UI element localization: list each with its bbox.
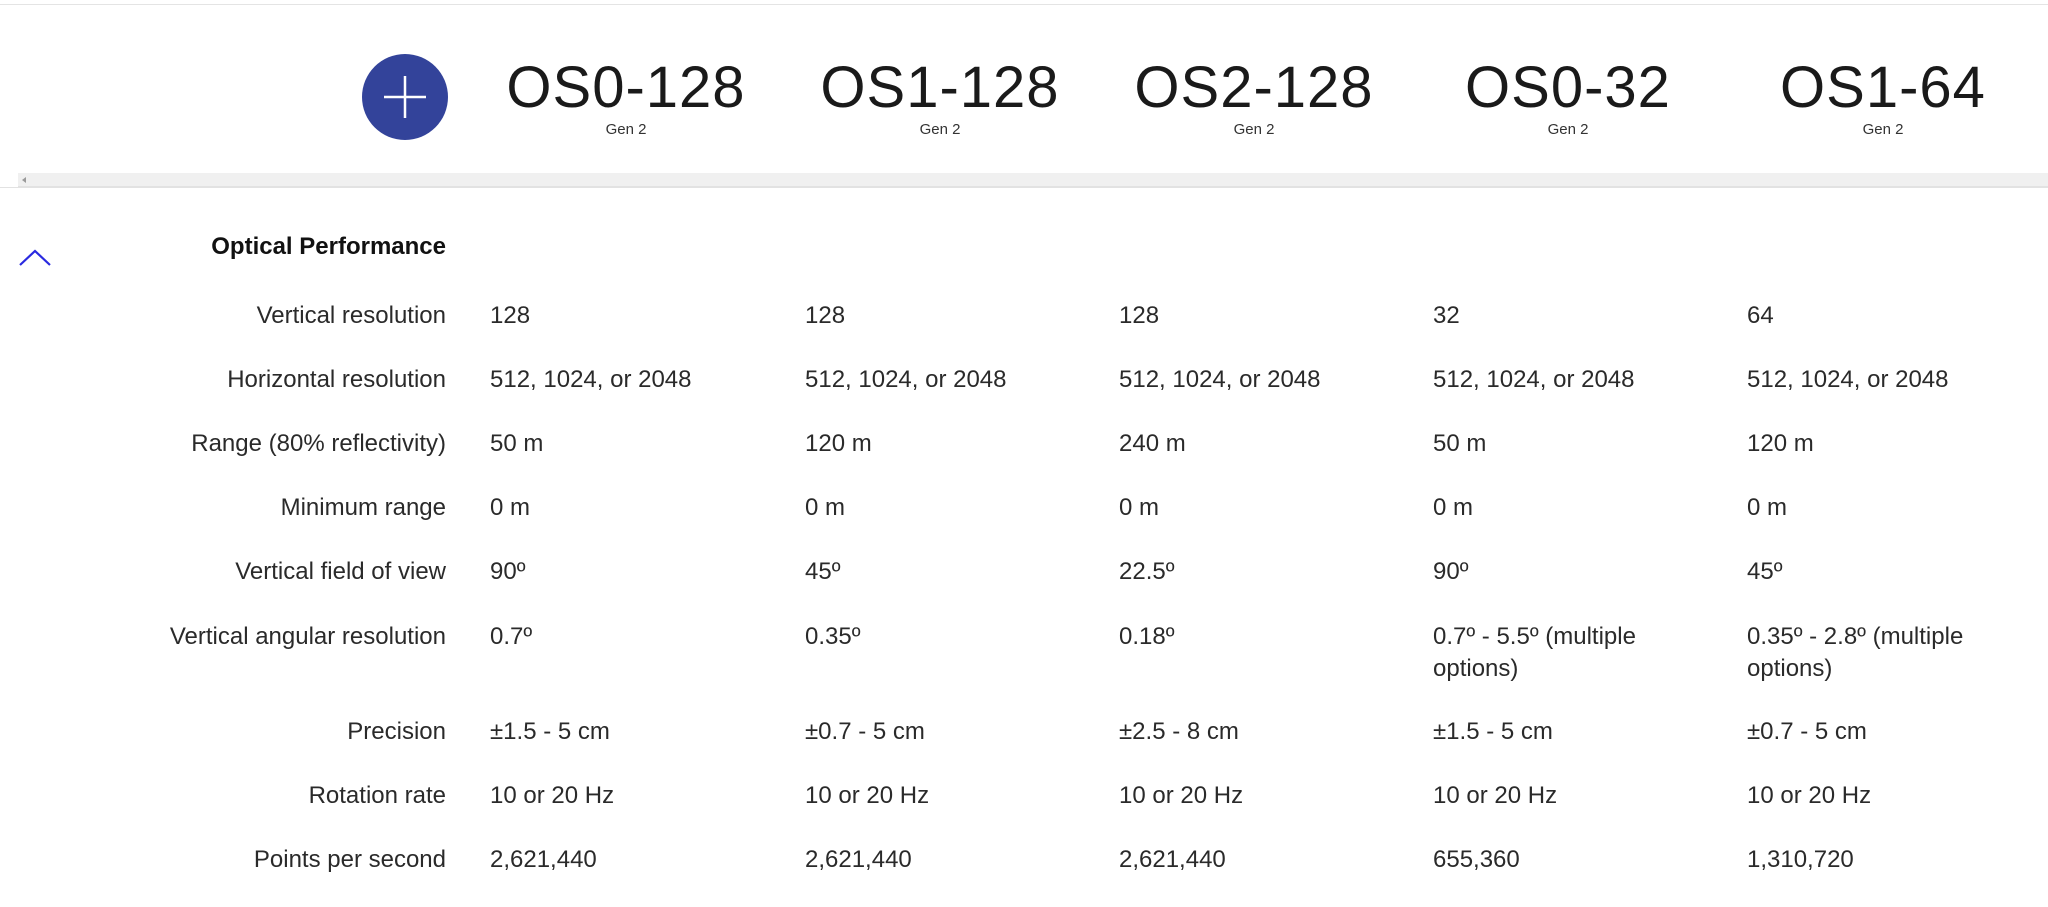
spec-value: 10 or 20 Hz (805, 782, 930, 809)
model-generation: Gen 2 (605, 121, 647, 138)
spec-value: 2,621,440 (805, 846, 912, 873)
spec-value: ±1.5 - 5 cm (1433, 718, 1553, 745)
collapse-section-toggle[interactable] (14, 241, 56, 271)
spec-row-label: Vertical resolution (256, 302, 446, 329)
spec-value: 128 (1119, 302, 1160, 329)
model-column-header: OS1-64 Gen 2 (1726, 55, 2040, 139)
spec-value: ±2.5 - 8 cm (1119, 718, 1239, 745)
section-title: Optical Performance (211, 233, 446, 260)
model-name: OS1-128 (820, 55, 1060, 120)
spec-value: 1,310,720 (1747, 846, 1854, 873)
model-name: OS0-128 (506, 55, 746, 120)
spec-value: ±0.7 - 5 cm (805, 718, 925, 745)
spec-value: 22.5º (1119, 558, 1175, 585)
model-header: OS0-128 Gen 2 OS1-128 Gen 2 OS2-128 Gen … (0, 5, 2048, 175)
spec-value: 0.7º - 5.5º (multiple options) (1433, 623, 1636, 682)
spec-value: 90º (1433, 558, 1469, 585)
spec-value: 655,360 (1433, 846, 1520, 873)
spec-value: 512, 1024, or 2048 (1119, 366, 1321, 393)
spec-value: 0 m (805, 494, 846, 521)
spec-value: ±0.7 - 5 cm (1747, 718, 1867, 745)
spec-value: 0 m (1747, 494, 1788, 521)
spec-row-label: Minimum range (280, 494, 446, 521)
spec-row-label: Points per second (253, 846, 446, 873)
spec-row-label: Horizontal resolution (227, 366, 446, 393)
model-name: OS2-128 (1134, 55, 1374, 120)
spec-value: 10 or 20 Hz (1433, 782, 1558, 809)
model-column-header: OS2-128 Gen 2 (1097, 55, 1411, 139)
spec-row-label: Range (80% reflectivity) (191, 430, 446, 457)
add-model-button[interactable] (362, 54, 448, 140)
spec-value: 50 m (1433, 430, 1487, 457)
model-generation: Gen 2 (1862, 121, 1904, 138)
model-generation: Gen 2 (919, 121, 961, 138)
spec-value: 45º (1747, 558, 1783, 585)
model-column-header: OS0-128 Gen 2 (469, 55, 783, 139)
spec-value: 512, 1024, or 2048 (490, 366, 692, 393)
spec-value: 10 or 20 Hz (1747, 782, 1872, 809)
spec-value: 10 or 20 Hz (490, 782, 615, 809)
spec-value: 2,621,440 (1119, 846, 1226, 873)
scroll-left-arrow-icon[interactable] (22, 177, 26, 183)
spec-value: 120 m (805, 430, 872, 457)
plus-icon (384, 76, 426, 118)
spec-value: 64 (1747, 302, 1774, 329)
model-column-header: OS1-128 Gen 2 (783, 55, 1097, 139)
spec-value: 32 (1433, 302, 1460, 329)
spec-value: 0.35º (805, 623, 861, 650)
header-divider (0, 187, 2048, 188)
spec-value: 0.18º (1119, 623, 1175, 650)
spec-value: 90º (490, 558, 526, 585)
model-column-header: OS0-32 Gen 2 (1411, 55, 1725, 139)
spec-value: 0.7º (490, 623, 533, 650)
spec-value: 45º (805, 558, 841, 585)
spec-value: 512, 1024, or 2048 (1747, 366, 1949, 393)
model-name: OS1-64 (1780, 55, 1986, 120)
spec-value: 128 (805, 302, 846, 329)
spec-value: 240 m (1119, 430, 1186, 457)
spec-row-label: Precision (347, 718, 446, 745)
spec-value: 0 m (1433, 494, 1474, 521)
spec-row-label: Vertical field of view (235, 558, 446, 585)
spec-value: 0 m (1119, 494, 1160, 521)
model-generation: Gen 2 (1233, 121, 1275, 138)
spec-value: 10 or 20 Hz (1119, 782, 1244, 809)
model-generation: Gen 2 (1547, 121, 1589, 138)
horizontal-scrollbar[interactable] (18, 173, 2048, 187)
spec-row-label: Vertical angular resolution (169, 623, 446, 650)
spec-row-label: Rotation rate (308, 782, 446, 809)
spec-value: 0 m (490, 494, 531, 521)
spec-value: 0.35º - 2.8º (multiple options) (1747, 623, 1964, 682)
spec-value: 512, 1024, or 2048 (805, 366, 1007, 393)
spec-value: ±1.5 - 5 cm (490, 718, 610, 745)
spec-value: 128 (490, 302, 531, 329)
spec-value: 2,621,440 (490, 846, 597, 873)
model-name: OS0-32 (1465, 55, 1671, 120)
spec-value: 50 m (490, 430, 544, 457)
spec-value: 120 m (1747, 430, 1814, 457)
chevron-up-icon (19, 249, 51, 266)
spec-value: 512, 1024, or 2048 (1433, 366, 1635, 393)
